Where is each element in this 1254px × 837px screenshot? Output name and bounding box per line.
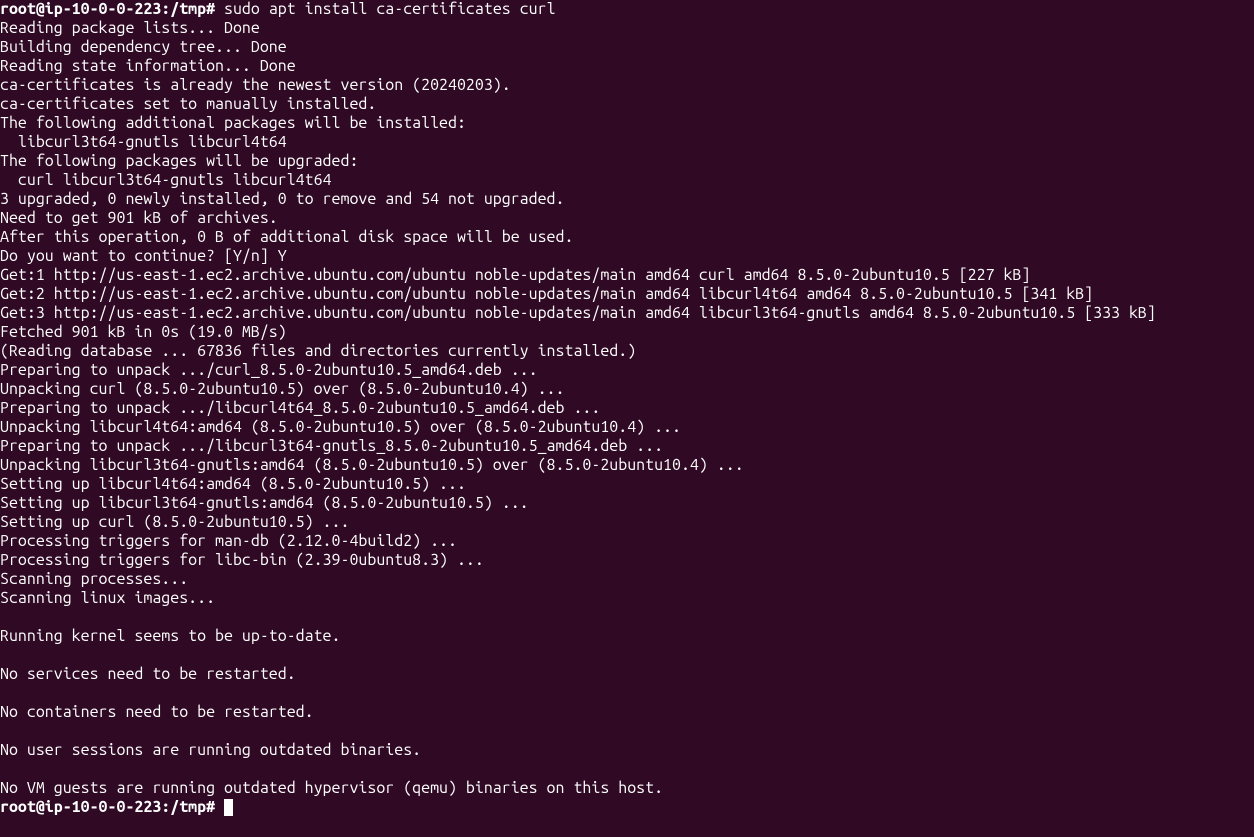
shell-prompt: root@ip-10-0-0-223:/tmp# xyxy=(0,0,224,18)
typed-command: sudo apt install ca-certificates curl xyxy=(224,0,556,18)
terminal-line-prompt: root@ip-10-0-0-223:/tmp# xyxy=(0,798,233,816)
terminal-line-command: root@ip-10-0-0-223:/tmp# sudo apt instal… xyxy=(0,0,556,18)
terminal-window[interactable]: root@ip-10-0-0-223:/tmp# sudo apt instal… xyxy=(0,0,1254,817)
shell-prompt: root@ip-10-0-0-223:/tmp# xyxy=(0,798,224,816)
cursor-block xyxy=(224,799,233,816)
terminal-output: Reading package lists... Done Building d… xyxy=(0,19,1254,798)
